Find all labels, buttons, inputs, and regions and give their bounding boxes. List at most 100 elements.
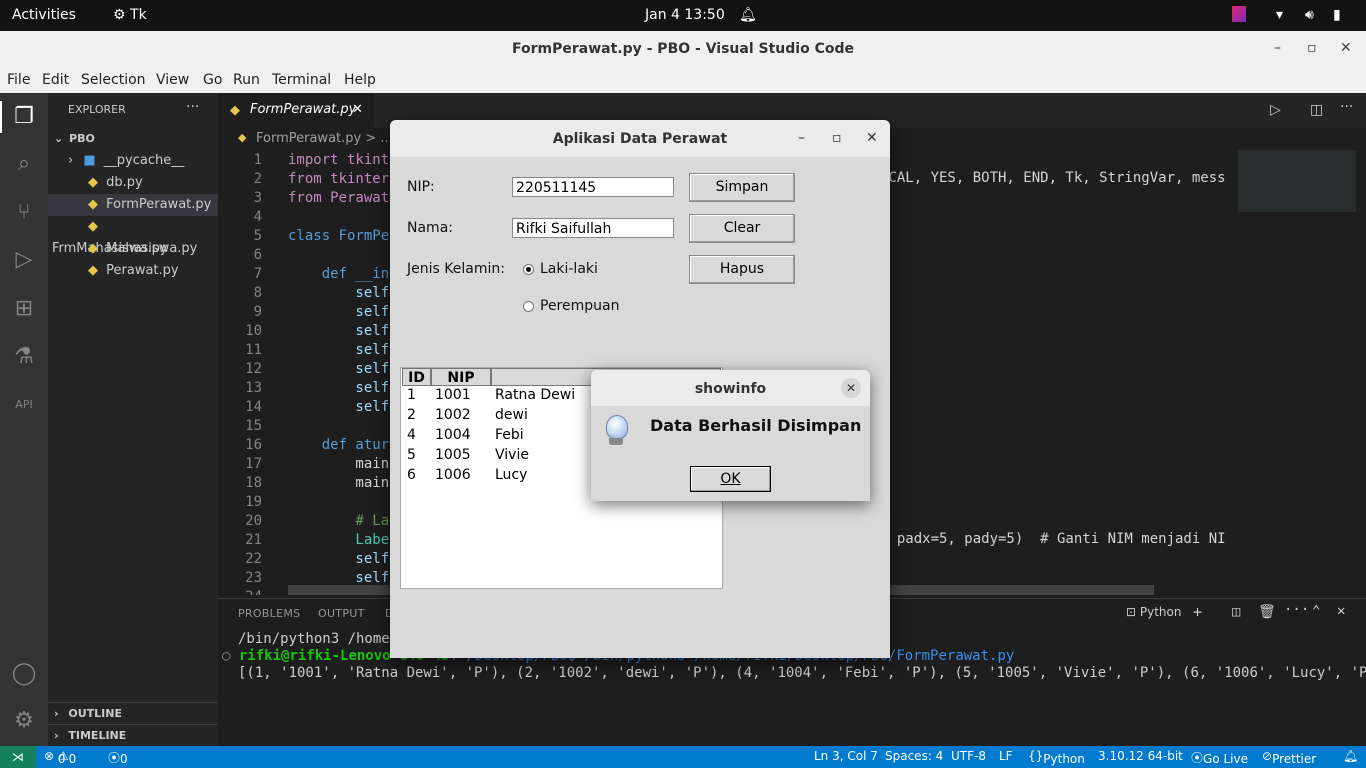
problems-status[interactable]: ⊗ 0 ⚠ 0 xyxy=(44,749,76,766)
tab-formperawat[interactable]: ◆ FormPerawat.py ✕ xyxy=(218,93,374,128)
activities-button[interactable]: Activities xyxy=(12,7,76,23)
tree-item-formperawat[interactable]: ◆ FormPerawat.py xyxy=(48,194,218,216)
tree-item-perawat[interactable]: ◆ Perawat.py xyxy=(48,260,218,282)
battery-icon[interactable]: ▮ xyxy=(1333,7,1341,23)
menu-help[interactable]: Help xyxy=(344,72,376,88)
dialog-title: showinfo xyxy=(694,381,767,397)
menu-run[interactable]: Run xyxy=(233,72,260,88)
tree-item-db[interactable]: ◆ db.py xyxy=(48,172,218,194)
maximize-icon[interactable]: ▫ xyxy=(832,130,842,146)
go-live[interactable]: ⦿ Go Live xyxy=(1191,749,1248,766)
breadcrumb-path[interactable]: FormPerawat.py > ... xyxy=(256,131,393,146)
split-editor-icon[interactable]: ◫ xyxy=(1310,102,1323,118)
app-menu-label: Tk xyxy=(130,7,147,23)
tree-item-mahasiswa[interactable]: ◆ Mahasiswa.py xyxy=(48,238,218,260)
remote-icon[interactable]: ⋊ xyxy=(0,746,36,768)
bell-icon[interactable]: 🔔︎ xyxy=(739,7,757,23)
table-cell: 1001 xyxy=(435,387,471,403)
tab-problems[interactable]: PROBLEMS xyxy=(238,607,300,620)
api-icon[interactable]: API xyxy=(10,391,38,419)
clear-button[interactable]: Clear xyxy=(689,214,795,243)
menu-terminal[interactable]: Terminal xyxy=(272,72,331,88)
radio-laki-laki[interactable] xyxy=(523,264,534,275)
wifi-icon[interactable]: ▾ xyxy=(1276,7,1283,23)
eol[interactable]: LF xyxy=(999,749,1013,763)
terminal-selector[interactable]: ⊡ Python xyxy=(1126,605,1182,619)
timeline-section[interactable]: › TIMELINE xyxy=(48,724,218,747)
encoding[interactable]: UTF-8 xyxy=(951,749,986,763)
more-actions-icon[interactable]: ··· xyxy=(1284,602,1309,618)
tab-output[interactable]: OUTPUT xyxy=(318,607,365,620)
close-icon[interactable]: ✕ xyxy=(352,102,363,117)
notifications-icon[interactable]: 🔔︎ xyxy=(1343,749,1358,763)
radio-perempuan-label[interactable]: Perempuan xyxy=(540,298,619,314)
ok-button[interactable]: OK xyxy=(690,466,771,492)
radio-perempuan[interactable] xyxy=(523,301,534,312)
clock[interactable]: Jan 4 13:50 xyxy=(645,7,725,23)
run-debug-icon[interactable]: ▷ xyxy=(10,246,38,274)
line-number: 17 xyxy=(245,456,262,472)
dialog-message: Data Berhasil Disimpan xyxy=(650,416,862,435)
more-actions-icon[interactable]: ··· xyxy=(1340,99,1353,115)
indentation[interactable]: Spaces: 4 xyxy=(885,749,943,763)
menu-file[interactable]: File xyxy=(7,72,30,88)
minimize-icon[interactable]: – xyxy=(798,130,805,146)
nip-label: NIP: xyxy=(407,179,435,195)
status-bar: ⋊ ⊗ 0 ⚠ 0 ⦿ 0 Ln 3, Col 7 Spaces: 4 UTF-… xyxy=(0,746,1366,768)
code-line: main xyxy=(288,456,390,472)
chevron-right-icon: › xyxy=(68,153,74,168)
account-icon[interactable]: ◯ xyxy=(10,660,38,688)
close-icon[interactable]: ✕ xyxy=(1340,40,1352,56)
simpan-button[interactable]: Simpan xyxy=(689,173,795,202)
split-terminal-icon[interactable]: ◫ xyxy=(1232,604,1240,620)
extensions-icon[interactable]: ⊞ xyxy=(10,295,38,323)
menu-selection[interactable]: Selection xyxy=(81,72,146,88)
column-header-nip[interactable]: NIP xyxy=(431,368,491,386)
search-icon[interactable]: ⌕ xyxy=(10,150,38,178)
add-terminal-icon[interactable]: + xyxy=(1193,603,1202,621)
tree-item-pycache[interactable]: › ■ __pycache__ xyxy=(48,150,218,172)
prettier[interactable]: ⊘ Prettier xyxy=(1262,749,1316,766)
minimap[interactable] xyxy=(1238,150,1356,595)
language-mode[interactable]: {} Python xyxy=(1028,749,1085,766)
maximize-panel-icon[interactable]: ⌃ xyxy=(1312,603,1320,619)
folder-pbo[interactable]: ⌄ PBO xyxy=(48,128,218,150)
settings-gear-icon[interactable]: ⚙ xyxy=(10,707,38,735)
close-icon[interactable]: ✕ xyxy=(866,130,878,146)
radio-laki-laki-label[interactable]: Laki-laki xyxy=(540,261,598,277)
minimize-icon[interactable]: – xyxy=(1274,40,1281,56)
close-panel-icon[interactable]: ✕ xyxy=(1337,603,1345,619)
tree-item-frmmahasiswa[interactable]: ◆ FrmMahasiswa.py xyxy=(48,216,218,256)
menu-edit[interactable]: Edit xyxy=(42,72,69,88)
table-cell: Febi xyxy=(495,427,524,443)
hapus-button[interactable]: Hapus xyxy=(689,255,795,284)
explorer-icon[interactable]: ❐ xyxy=(10,103,38,131)
ports-status[interactable]: ⦿ 0 xyxy=(108,749,128,766)
nama-field[interactable]: Rifki Saifullah xyxy=(512,218,674,238)
volume-icon[interactable]: 🔊︎ xyxy=(1305,7,1314,23)
source-control-icon[interactable]: ⑂ xyxy=(10,199,38,227)
cursor-position[interactable]: Ln 3, Col 7 xyxy=(814,749,878,763)
nip-field[interactable]: 220511145 xyxy=(512,177,674,197)
run-icon[interactable]: ▷ xyxy=(1270,102,1281,118)
code-line: self xyxy=(288,361,390,377)
python-file-icon: ◆ xyxy=(88,219,98,234)
menu-view[interactable]: View xyxy=(156,72,189,88)
close-icon[interactable]: ✕ xyxy=(841,378,861,398)
app-menu[interactable]: ⚙ Tk xyxy=(113,7,147,23)
python-interpreter[interactable]: 3.10.12 64-bit xyxy=(1098,749,1183,763)
table-cell: 1005 xyxy=(435,447,471,463)
outline-section[interactable]: › OUTLINE xyxy=(48,702,218,725)
column-header-id[interactable]: ID xyxy=(402,368,431,386)
more-actions-icon[interactable]: ··· xyxy=(186,99,199,115)
code-line: self xyxy=(288,380,390,396)
dialog-titlebar: showinfo ✕ xyxy=(591,370,870,406)
trash-icon[interactable]: 🗑︎ xyxy=(1258,604,1276,620)
testing-icon[interactable]: ⚗ xyxy=(10,343,38,371)
line-number: 12 xyxy=(245,361,262,377)
tab-label: FormPerawat.py xyxy=(250,102,357,117)
tray-app-icon[interactable] xyxy=(1232,6,1246,22)
maximize-icon[interactable]: ▫ xyxy=(1307,40,1317,56)
nama-label: Nama: xyxy=(407,220,453,236)
menu-go[interactable]: Go xyxy=(203,72,222,88)
